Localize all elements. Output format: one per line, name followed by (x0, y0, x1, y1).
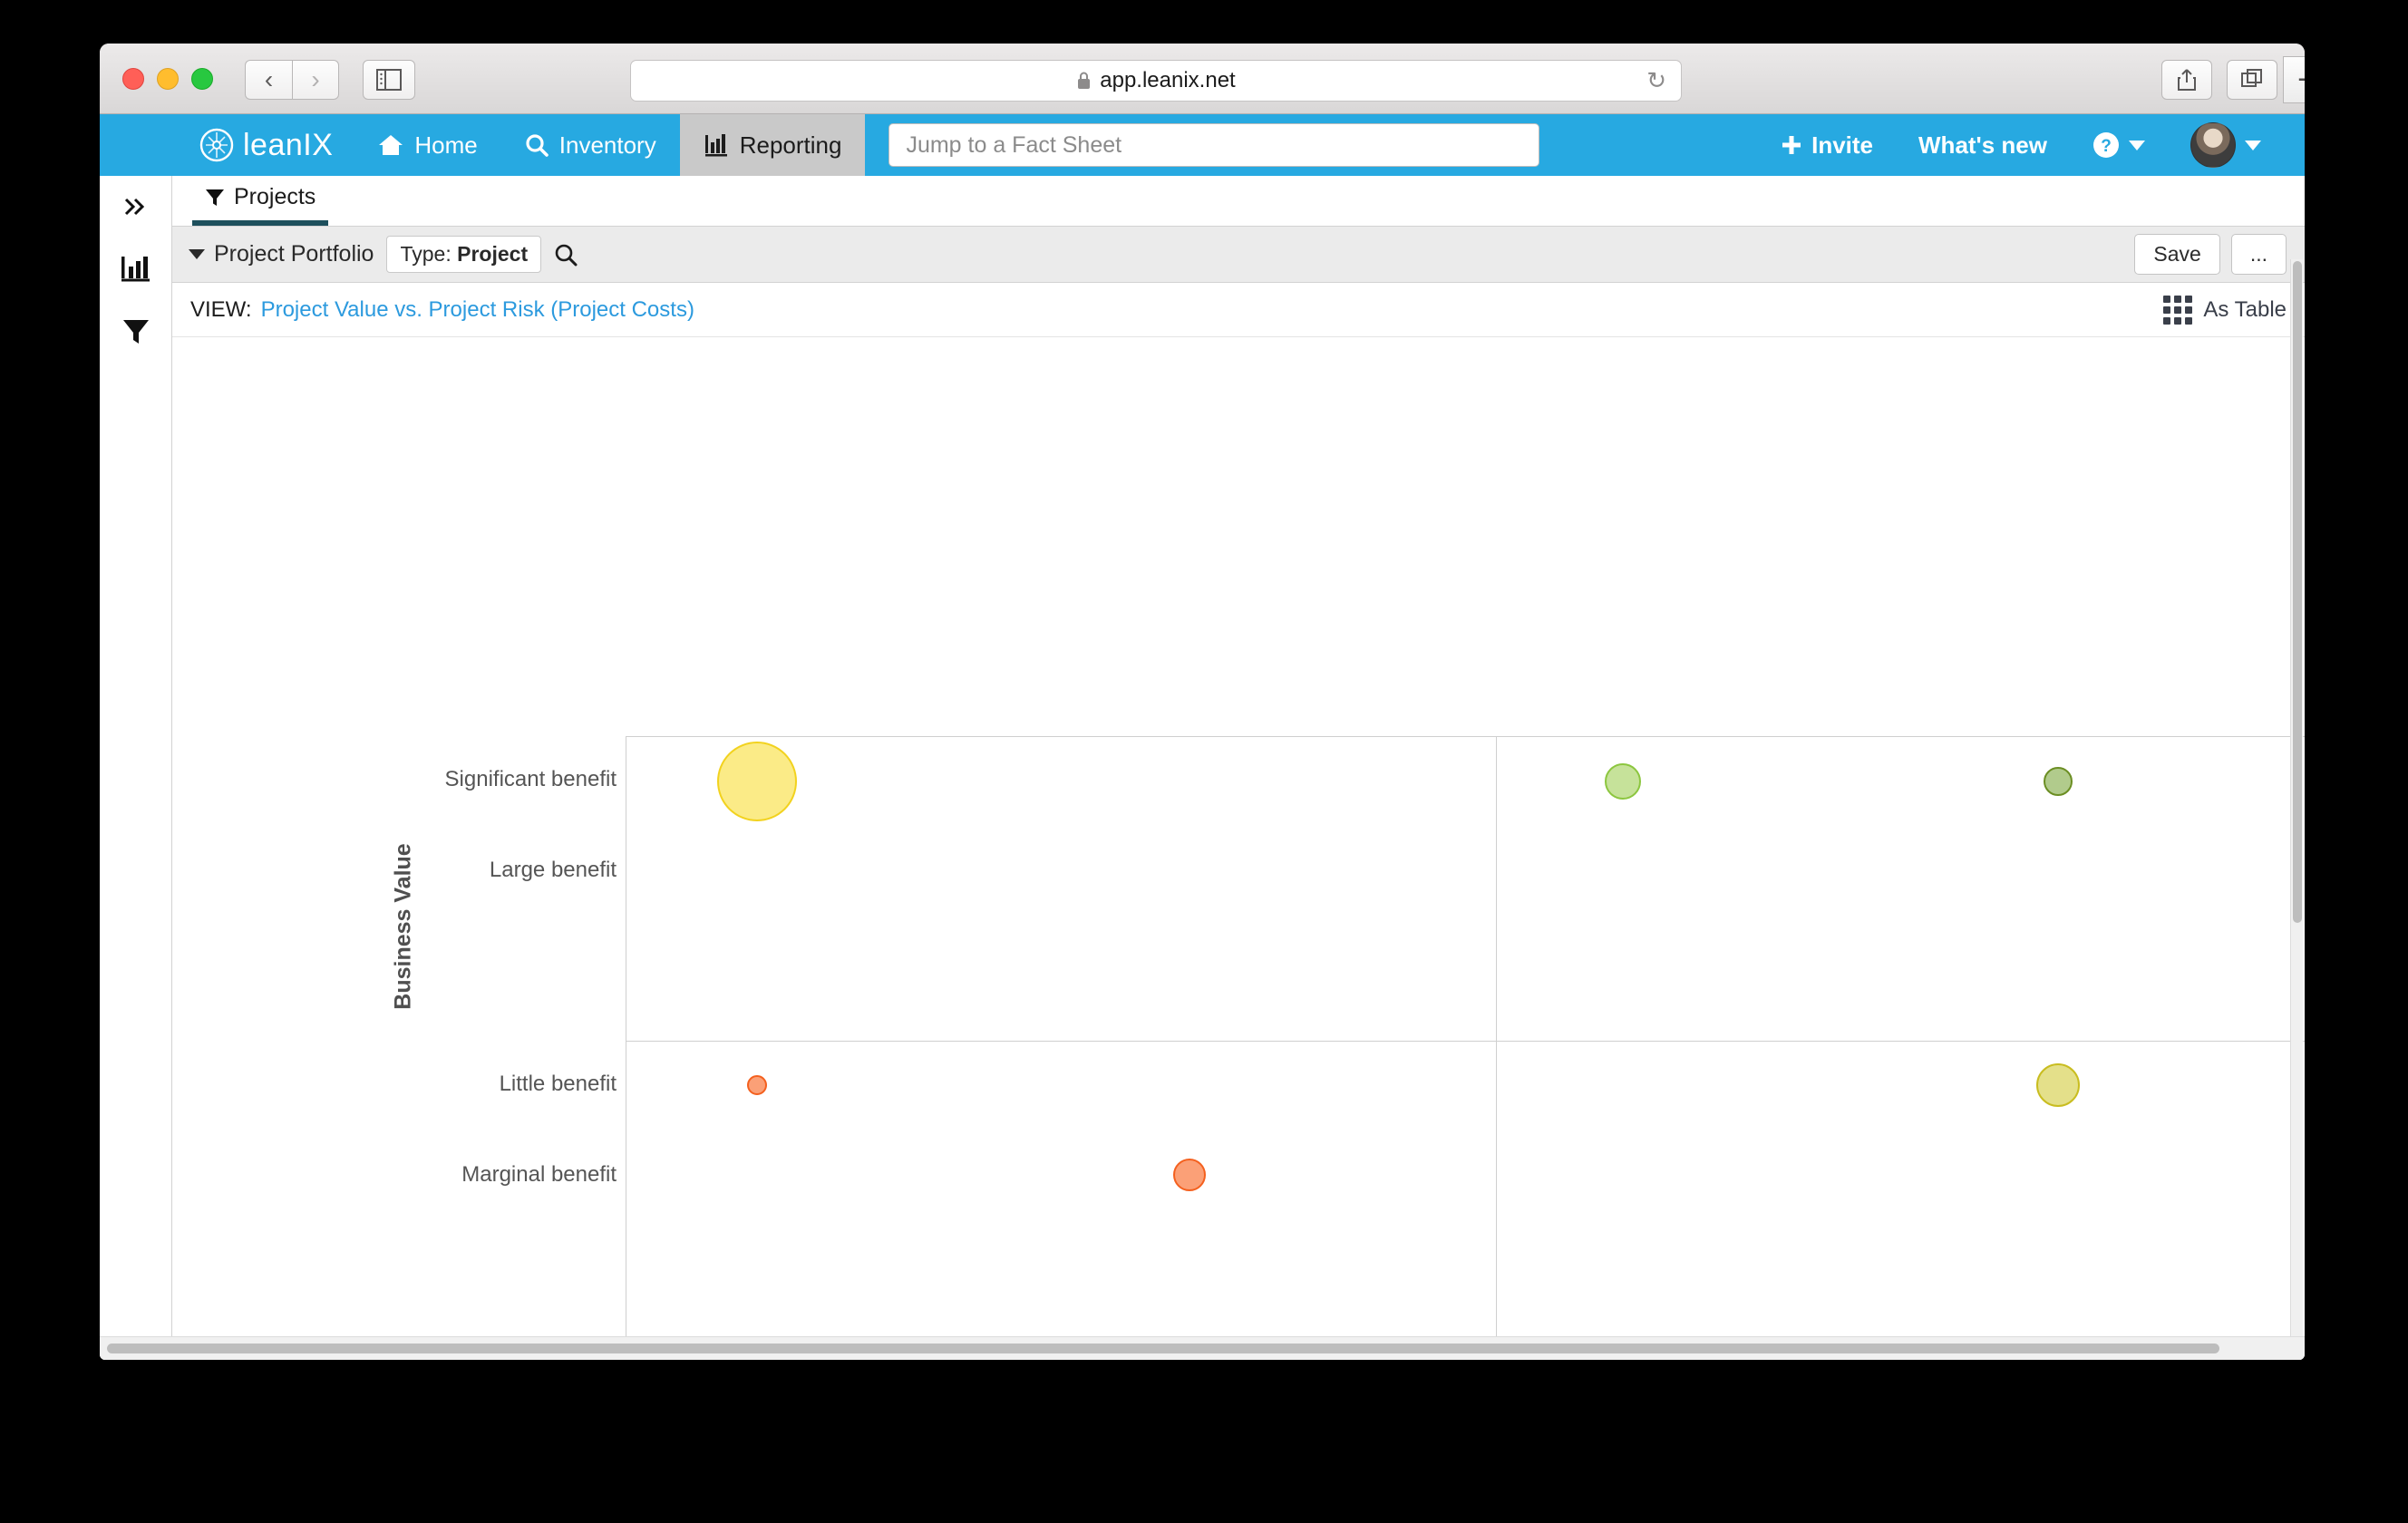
type-filter-chip[interactable]: Type: Project (386, 236, 542, 273)
y-axis-ticks: Significant benefit Large benefit Little b… (172, 337, 617, 1186)
nav-item-reporting-label: Reporting (739, 131, 842, 159)
leanix-brain-icon (199, 128, 234, 162)
new-tab-button[interactable]: + (2283, 56, 2305, 103)
bar-chart-icon (121, 257, 150, 282)
plot-area (626, 736, 2305, 1345)
window-controls (122, 68, 213, 90)
show-all-tabs-button[interactable] (2227, 60, 2277, 100)
plus-icon (1782, 136, 1801, 154)
chart-bubble[interactable] (746, 1074, 767, 1095)
close-window-button[interactable] (122, 68, 144, 90)
horizontal-scrollbar[interactable] (100, 1336, 2305, 1360)
y-axis-tick-label: Large benefit (489, 857, 617, 882)
maximize-window-button[interactable] (191, 68, 213, 90)
report-toolbar: Project Portfolio Type: Project Save ... (172, 227, 2305, 283)
share-button[interactable] (2161, 60, 2212, 100)
minimize-window-button[interactable] (157, 68, 179, 90)
invite-button[interactable]: Invite (1761, 131, 1893, 160)
as-table-label: As Table (2203, 296, 2287, 322)
sidebar-icon (376, 69, 402, 91)
toolbar-actions: Save ... (2134, 234, 2287, 275)
quadrant-divider-vertical (1496, 737, 1497, 1344)
view-label: VIEW: (190, 296, 252, 322)
nav-item-inventory-label: Inventory (558, 131, 656, 159)
view-bar: VIEW: Project Value vs. Project Risk (Pr… (172, 283, 2305, 337)
lock-icon (1076, 71, 1092, 91)
reload-button[interactable]: ↻ (1646, 67, 1666, 95)
vertical-scrollbar-thumb[interactable] (2293, 261, 2302, 923)
y-axis-tick-label: Little benefit (499, 1072, 617, 1097)
url-text: app.leanix.net (1100, 68, 1236, 92)
app-top-nav: leanIX Home Inventory Reporting Jump to … (100, 114, 2305, 176)
chevron-down-icon (2245, 140, 2261, 150)
vertical-scrollbar[interactable] (2290, 259, 2303, 1360)
fact-sheet-search (888, 114, 1540, 176)
question-circle-icon: ? (2093, 132, 2119, 158)
back-button[interactable]: ‹ (245, 60, 292, 100)
grid-icon (2163, 295, 2193, 325)
brand-name: leanIX (243, 127, 334, 162)
sidebar-item-reports[interactable] (120, 254, 152, 283)
expand-panel-button[interactable] (121, 194, 151, 219)
address-bar[interactable]: app.leanix.net ↻ (630, 60, 1682, 102)
nav-item-reporting[interactable]: Reporting (679, 114, 866, 176)
chevron-down-icon (2129, 140, 2145, 150)
sidebar-item-filters[interactable] (121, 317, 151, 346)
search-icon (526, 134, 549, 157)
help-menu[interactable]: ? (2073, 131, 2165, 159)
browser-nav-buttons: ‹ › (245, 60, 339, 100)
funnel-icon (122, 320, 149, 344)
double-chevron-right-icon (124, 198, 144, 216)
share-icon (2178, 69, 2196, 91)
search-icon (555, 244, 578, 266)
app-body: Projects Project Portfolio Type: Project (100, 176, 2305, 1360)
bar-chart-icon (704, 134, 727, 157)
y-axis-tick-label: Marginal benefit (461, 1161, 617, 1187)
svg-text:?: ? (2101, 137, 2112, 156)
whats-new-button[interactable]: What's new (1898, 131, 2067, 160)
leanix-logo[interactable]: leanIX (100, 114, 354, 176)
view-name-link[interactable]: Project Value vs. Project Risk (Project … (261, 297, 694, 323)
report-title-dropdown[interactable]: Project Portfolio (189, 241, 374, 267)
toolbar-search-button[interactable] (554, 243, 578, 267)
tabs-icon (2241, 69, 2262, 87)
tab-projects-label: Projects (234, 184, 316, 209)
forward-button[interactable]: › (292, 60, 339, 100)
funnel-icon (206, 189, 224, 206)
nav-item-home-label: Home (414, 131, 478, 159)
nav-item-home[interactable]: Home (354, 114, 500, 176)
home-icon (379, 135, 403, 155)
user-menu[interactable] (2170, 122, 2281, 168)
save-button[interactable]: Save (2134, 234, 2220, 275)
tab-strip: Projects (172, 176, 2305, 227)
y-axis-tick-label: Significant benefit (444, 767, 617, 792)
chart-bubble[interactable] (2043, 766, 2073, 796)
chart-bubble[interactable] (1605, 762, 1641, 800)
type-chip-prefix: Type: (400, 242, 458, 266)
browser-titlebar: ‹ › app.leanix.net ↻ (100, 44, 2305, 114)
horizontal-scrollbar-thumb[interactable] (107, 1344, 2219, 1353)
invite-label: Invite (1811, 131, 1874, 159)
bubble-chart: Business Value Significant benefit Large … (172, 337, 2305, 1345)
tab-projects[interactable]: Projects (192, 184, 329, 226)
avatar (2190, 122, 2236, 168)
browser-toolbar-right (2161, 60, 2277, 100)
chart-bubble[interactable] (716, 741, 797, 821)
chevron-down-icon (189, 249, 205, 259)
app-nav-right: Invite What's new ? (1761, 114, 2305, 176)
as-table-button[interactable]: As Table (2163, 295, 2287, 325)
report-title: Project Portfolio (214, 241, 374, 267)
browser-window: ‹ › app.leanix.net ↻ leanIX Home Invento… (100, 44, 2305, 1360)
chart-bubble[interactable] (2035, 1062, 2080, 1107)
type-chip-value: Project (457, 242, 529, 266)
main-content: Projects Project Portfolio Type: Project (172, 176, 2305, 1360)
more-options-button[interactable]: ... (2230, 234, 2287, 275)
nav-item-inventory[interactable]: Inventory (501, 114, 680, 176)
whats-new-label: What's new (1918, 131, 2047, 159)
quadrant-divider-horizontal (626, 1041, 2305, 1042)
fact-sheet-search-input[interactable] (888, 123, 1540, 167)
left-sidebar (100, 176, 172, 1360)
chart-bubble[interactable] (1173, 1159, 1207, 1192)
show-sidebar-button[interactable] (363, 60, 415, 100)
